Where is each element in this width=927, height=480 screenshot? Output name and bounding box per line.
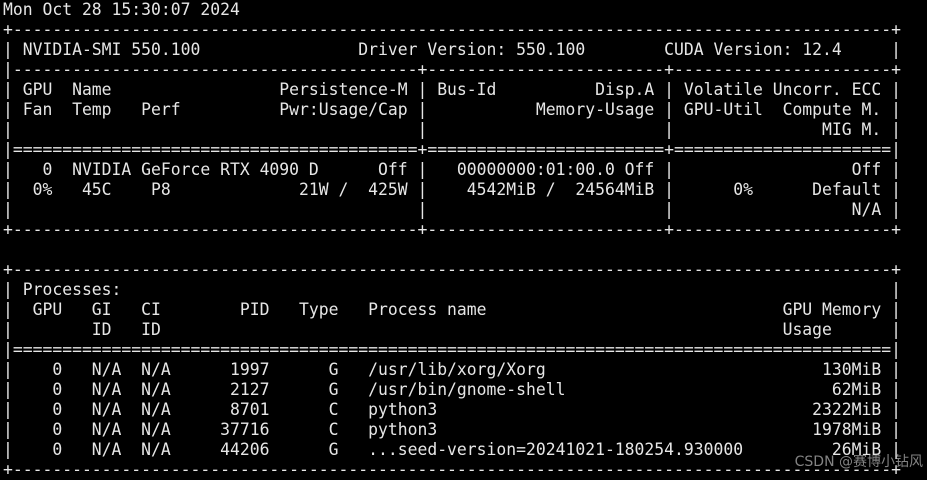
- process-row: | 0 N/A N/A 2127 G /usr/bin/gnome-shell …: [3, 380, 901, 399]
- processes-bottom-border: +---------------------------------------…: [3, 460, 901, 479]
- header-top-border: +---------------------------------------…: [3, 20, 901, 39]
- process-row: | 0 N/A N/A 8701 C python3 2322MiB |: [3, 400, 901, 419]
- gpu-row-1: | 0 NVIDIA GeForce RTX 4090 D Off | 0000…: [3, 160, 901, 179]
- processes-title: | Processes: |: [3, 280, 901, 299]
- processes-header-row-2: | ID ID Usage |: [3, 320, 901, 339]
- gpu-row-3: | | | N/A |: [3, 200, 901, 219]
- gpu-table-separator: |=======================================…: [3, 140, 901, 159]
- gpu-table-header-row-1: | GPU Name Persistence-M | Bus-Id Disp.A…: [3, 80, 901, 99]
- timestamp-line: Mon Oct 28 15:30:07 2024: [3, 0, 240, 19]
- driver-version-line: | NVIDIA-SMI 550.100 Driver Version: 550…: [3, 40, 901, 59]
- gpu-table-bottom-border: +---------------------------------------…: [3, 220, 901, 239]
- processes-top-border: +---------------------------------------…: [3, 260, 901, 279]
- process-row: | 0 N/A N/A 44206 G ...seed-version=2024…: [3, 440, 901, 459]
- gpu-table-header-row-2: | Fan Temp Perf Pwr:Usage/Cap | Memory-U…: [3, 100, 901, 119]
- process-row: | 0 N/A N/A 1997 G /usr/lib/xorg/Xorg 13…: [3, 360, 901, 379]
- terminal-output: Mon Oct 28 15:30:07 2024 +---------------…: [3, 0, 901, 480]
- processes-separator: |=======================================…: [3, 340, 901, 359]
- csdn-watermark: CSDN @赛博小钻风: [794, 454, 923, 470]
- process-row: | 0 N/A N/A 37716 C python3 1978MiB |: [3, 420, 901, 439]
- gpu-table-header-row-3: | | | MIG M. |: [3, 120, 901, 139]
- processes-header-row-1: | GPU GI CI PID Type Process name GPU Me…: [3, 300, 901, 319]
- gpu-row-2: | 0% 45C P8 21W / 425W | 4542MiB / 24564…: [3, 180, 901, 199]
- header-divider: |---------------------------------------…: [3, 60, 901, 79]
